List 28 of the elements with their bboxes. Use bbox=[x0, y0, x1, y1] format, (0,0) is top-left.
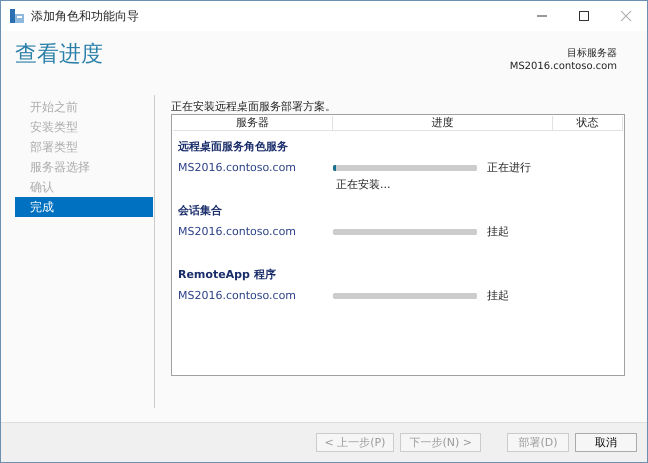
group-heading: 远程桌面服务角色服务 bbox=[177, 139, 289, 155]
wizard-step[interactable]: 服务器选择 bbox=[15, 157, 153, 177]
wizard-step[interactable]: 完成 bbox=[15, 197, 153, 217]
server-app-icon bbox=[9, 8, 25, 24]
target-server-label: 目标服务器 bbox=[566, 47, 617, 60]
progress-detail: 正在安装... bbox=[335, 177, 392, 193]
target-server-name: MS2016.contoso.com bbox=[510, 60, 617, 73]
status-text: 挂起 bbox=[487, 224, 509, 240]
close-icon bbox=[620, 10, 632, 22]
status-text: 正在进行 bbox=[487, 160, 531, 176]
column-header: 进度 bbox=[333, 116, 553, 130]
wizard-step[interactable]: 安装类型 bbox=[15, 117, 153, 137]
maximize-icon bbox=[578, 10, 590, 22]
server-name: MS2016.contoso.com bbox=[177, 160, 298, 176]
column-header: 状态 bbox=[553, 116, 623, 130]
server-name: MS2016.contoso.com bbox=[177, 288, 298, 304]
wizard-step[interactable]: 部署类型 bbox=[15, 137, 153, 157]
wizard-step[interactable]: 确认 bbox=[15, 177, 153, 197]
group-heading: RemoteApp 程序 bbox=[177, 267, 277, 283]
server-name: MS2016.contoso.com bbox=[177, 224, 298, 240]
wizard-button[interactable]: 取消 bbox=[575, 433, 637, 452]
column-header: 服务器 bbox=[173, 116, 333, 130]
group-heading: 会话集合 bbox=[177, 203, 223, 219]
wizard-step[interactable]: 开始之前 bbox=[15, 97, 153, 117]
page-title: 查看进度 bbox=[15, 41, 103, 69]
window-title: 添加角色和功能向导 bbox=[31, 8, 139, 25]
status-message: 正在安装远程桌面服务部署方案。 bbox=[171, 99, 337, 114]
status-text: 挂起 bbox=[487, 288, 509, 304]
